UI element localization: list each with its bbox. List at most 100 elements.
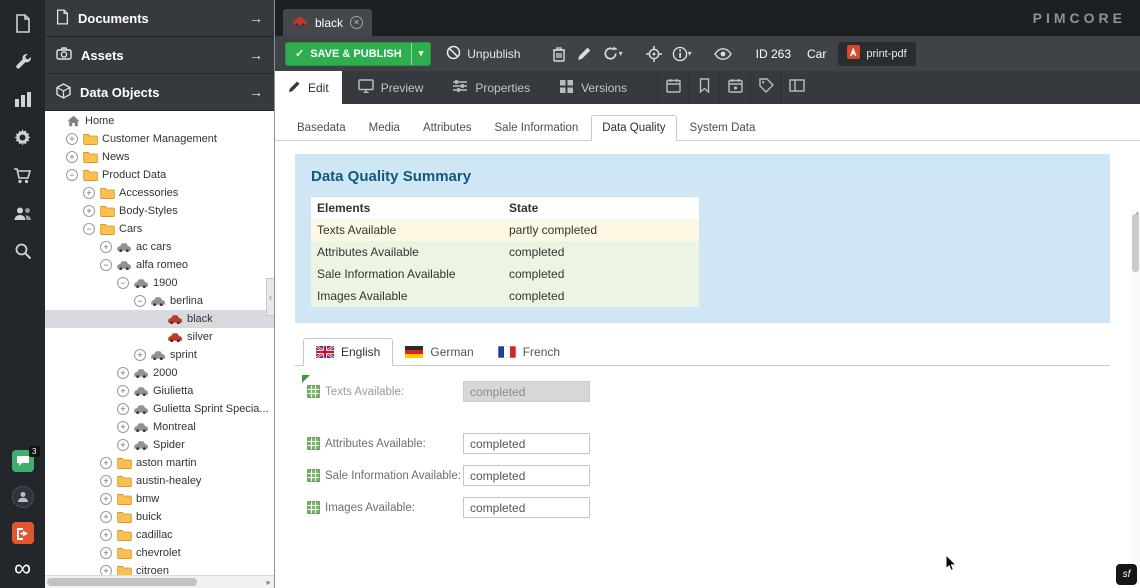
tree-item[interactable]: +austin-healey [45,472,274,490]
tab-layout[interactable] [781,71,812,104]
tree-item[interactable]: +Gulietta Sprint Specia... [45,400,274,418]
tree-horizontal-scrollbar[interactable]: ▸ [45,575,274,588]
collapse-icon[interactable]: − [83,223,95,235]
language-tab-french[interactable]: French [486,339,572,365]
field-input[interactable] [463,433,590,454]
logout-icon[interactable] [12,522,34,544]
subtab-media[interactable]: Media [359,116,410,140]
tree-item[interactable]: +bmw [45,490,274,508]
tree-item[interactable]: +Spider [45,436,274,454]
subtab-data-quality[interactable]: Data Quality [591,115,676,141]
subtab-attributes[interactable]: Attributes [413,116,482,140]
expand-icon[interactable]: + [100,457,112,469]
tree-item[interactable]: +cadillac [45,526,274,544]
expand-icon[interactable]: + [117,439,129,451]
collapse-icon[interactable]: − [66,169,78,181]
wrench-icon[interactable] [12,50,34,72]
eye-icon[interactable] [710,42,736,66]
expand-icon[interactable]: + [66,151,78,163]
notifications-icon[interactable]: 3 [12,450,34,472]
tree-item[interactable]: +Customer Management [45,130,274,148]
save-publish-button[interactable]: ✓ SAVE & PUBLISH ▾ [285,42,431,66]
expand-icon[interactable]: + [100,529,112,541]
tree-item[interactable]: +2000 [45,364,274,382]
accordion-documents[interactable]: Documents → [45,0,274,37]
delete-button[interactable] [546,42,572,66]
tree-item[interactable]: silver [45,328,274,346]
expand-icon[interactable]: + [134,349,146,361]
expand-icon[interactable]: + [100,493,112,505]
open-panel-arrow-icon[interactable]: → [249,47,263,63]
print-pdf-button[interactable]: print-pdf [838,42,915,66]
tab-scheduler[interactable] [657,71,688,104]
tree-item[interactable]: Home [45,112,274,130]
rename-button[interactable] [572,42,598,66]
tree-item[interactable]: −1900 [45,274,274,292]
tree-item[interactable]: +News [45,148,274,166]
open-panel-arrow-icon[interactable]: → [249,10,263,26]
scrollbar-thumb[interactable] [1132,214,1139,272]
unpublish-button[interactable]: Unpublish [437,42,529,66]
expand-icon[interactable]: + [66,133,78,145]
close-icon[interactable]: × [350,16,363,29]
scrollbar-thumb[interactable] [47,578,197,586]
subtab-sale-information[interactable]: Sale Information [485,116,589,140]
tree-item[interactable]: +citroen [45,562,274,575]
tree-item[interactable]: +Giulietta [45,382,274,400]
expand-icon[interactable]: + [117,403,129,415]
tree-item[interactable]: +Body-Styles [45,202,274,220]
expand-icon[interactable]: + [117,421,129,433]
tab-tags[interactable] [750,71,781,104]
tree-item[interactable]: +chevrolet [45,544,274,562]
expand-icon[interactable]: + [100,511,112,523]
tree-item[interactable]: black [45,310,274,328]
tab-notes[interactable] [688,71,719,104]
reload-caret-icon[interactable]: ▾ [619,49,623,58]
collapse-panel-handle[interactable]: ‹ [266,278,274,316]
symfony-debug-badge[interactable]: sf [1116,564,1137,585]
gear-icon[interactable] [12,126,34,148]
tree-item[interactable]: +Accessories [45,184,274,202]
expand-icon[interactable]: + [117,367,129,379]
tree-item[interactable]: −Cars [45,220,274,238]
tree-item[interactable]: +aston martin [45,454,274,472]
user-avatar[interactable] [12,486,34,508]
open-tab-black[interactable]: black × [283,9,372,36]
expand-icon[interactable]: + [100,241,112,253]
info-caret-icon[interactable]: ▾ [688,49,692,58]
tab-properties[interactable]: Properties [439,71,543,104]
tree-item[interactable]: +ac cars [45,238,274,256]
tab-edit[interactable]: Edit [275,71,342,104]
field-input[interactable] [463,465,590,486]
tree-item[interactable]: −berlina [45,292,274,310]
save-options-caret-icon[interactable]: ▾ [411,43,431,65]
tab-preview[interactable]: Preview [345,71,437,104]
locate-in-tree-button[interactable] [641,42,667,66]
users-icon[interactable] [12,202,34,224]
language-tab-english[interactable]: English [303,338,393,366]
tree-item[interactable]: −alfa romeo [45,256,274,274]
subtab-basedata[interactable]: Basedata [287,116,356,140]
field-input[interactable] [463,497,590,518]
collapse-icon[interactable]: − [100,259,112,271]
search-icon[interactable] [12,240,34,262]
tree-item[interactable]: +sprint [45,346,274,364]
tree-item[interactable]: +buick [45,508,274,526]
expand-icon[interactable]: + [100,475,112,487]
collapse-icon[interactable]: − [117,277,129,289]
bar-chart-icon[interactable] [12,88,34,110]
accordion-data-objects[interactable]: Data Objects → [45,74,274,111]
expand-icon[interactable]: + [117,385,129,397]
tab-versions[interactable]: Versions [546,71,640,104]
subtab-system-data[interactable]: System Data [680,116,766,140]
expand-icon[interactable]: + [83,187,95,199]
tree-item[interactable]: +Montreal [45,418,274,436]
collapse-icon[interactable]: − [134,295,146,307]
open-panel-arrow-icon[interactable]: → [249,84,263,100]
language-tab-german[interactable]: German [393,339,485,365]
file-icon[interactable] [12,12,34,34]
expand-icon[interactable]: + [100,547,112,559]
accordion-assets[interactable]: Assets → [45,37,274,74]
tab-schedule[interactable] [719,71,750,104]
tree-item[interactable]: −Product Data [45,166,274,184]
